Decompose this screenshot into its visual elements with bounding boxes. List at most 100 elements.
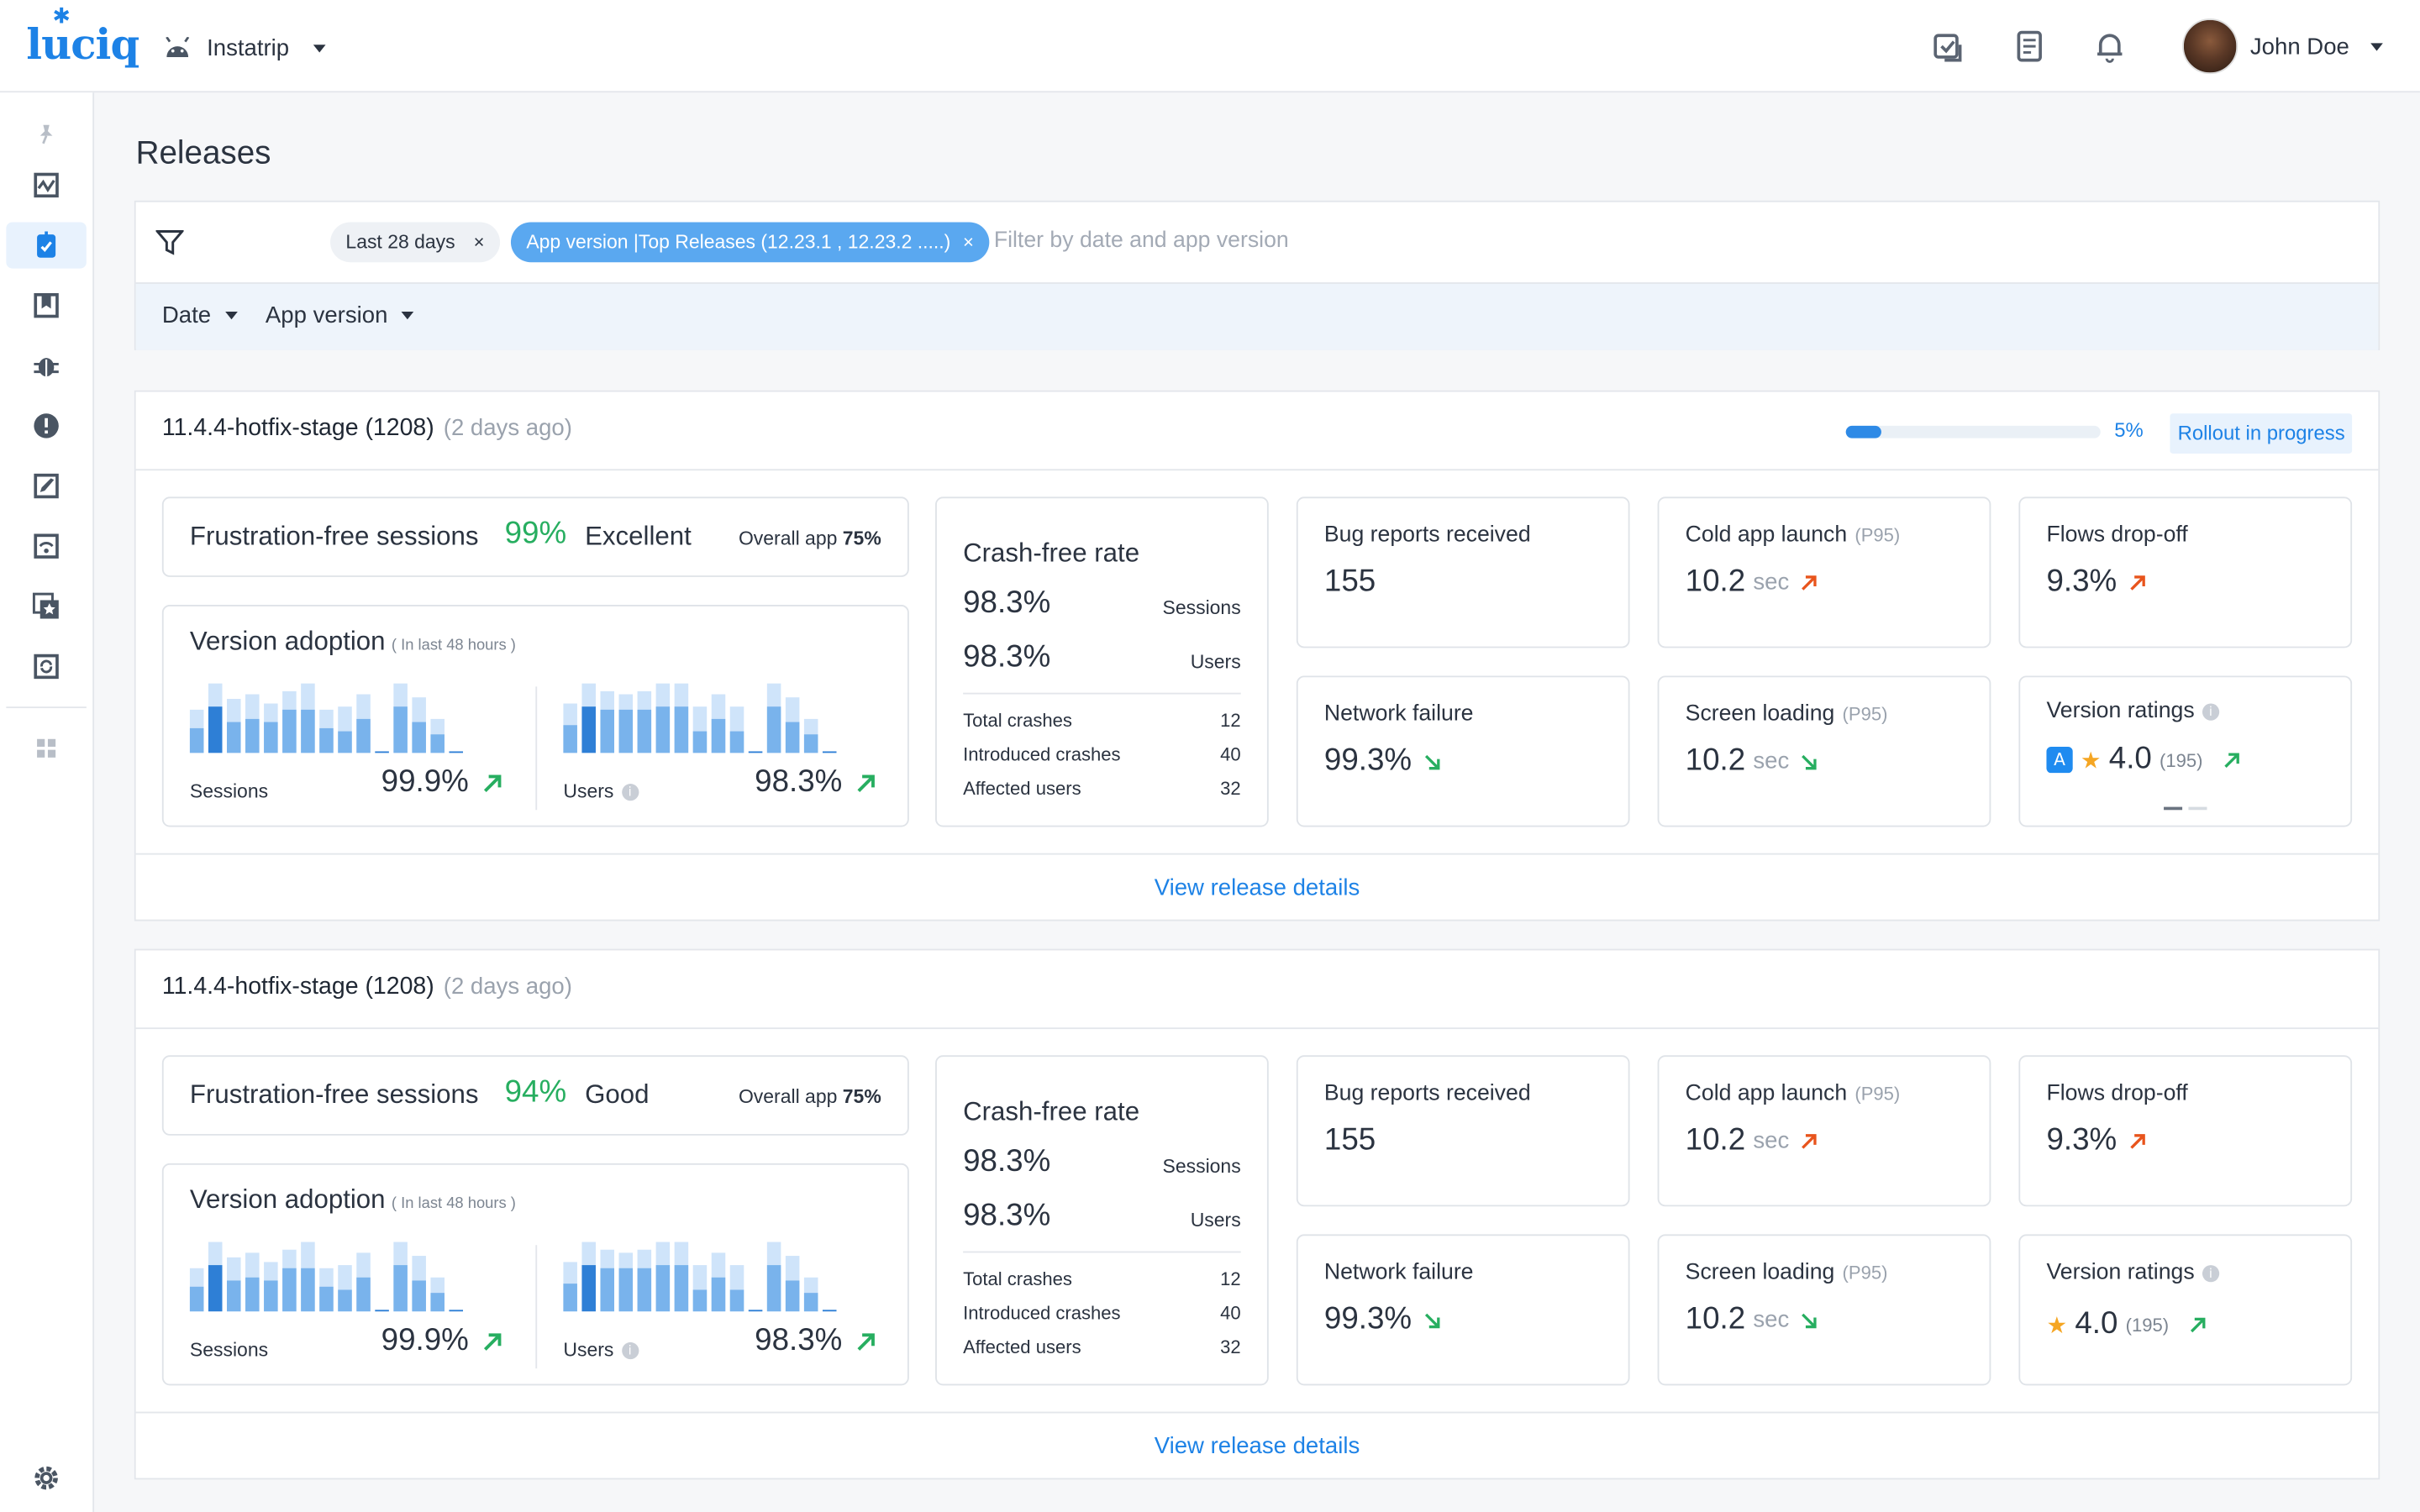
document-icon[interactable]: [2012, 29, 2046, 63]
frustration-free-card[interactable]: Frustration-free sessions 94% Good Overa…: [161, 1055, 909, 1136]
adoption-bar: [430, 718, 445, 753]
settings-icon[interactable]: [6, 1455, 87, 1501]
filter-input[interactable]: [993, 228, 1920, 254]
stars-icon[interactable]: [6, 583, 87, 629]
filter-row: Last 28 days × App version | Top Release…: [135, 202, 2379, 284]
cold-launch-card[interactable]: Cold app launch (P95) 10.2 sec: [1657, 1055, 1991, 1207]
user-menu[interactable]: John Doe: [2182, 18, 2384, 75]
release-name: 11.4.4-hotfix-stage (1208): [161, 415, 434, 442]
rocket-icon[interactable]: [6, 463, 87, 509]
adoption-bar: [655, 1242, 671, 1312]
adoption-bar: [338, 706, 352, 753]
rollout-status-badge[interactable]: Rollout in progress: [2170, 413, 2353, 454]
bug-reports-card[interactable]: Bug reports received 155: [1296, 1055, 1630, 1207]
screen-loading-card[interactable]: Screen loading (P95) 10.2 sec: [1657, 1234, 1991, 1386]
adoption-bar: [618, 1252, 634, 1312]
flows-dropoff-card[interactable]: Flows drop-off 9.3%: [2018, 496, 2353, 648]
dropdown-row: Date App version: [135, 283, 2379, 350]
overall-value: 75%: [842, 1086, 881, 1108]
chip-value: Top Releases (12.23.1 , 12.23.2 .....): [638, 231, 951, 254]
release-age: (2 days ago): [443, 415, 572, 442]
date-dropdown[interactable]: Date: [162, 302, 238, 328]
cold-launch-value-text: 10.2: [1685, 564, 1746, 599]
adoption-bar: [729, 706, 744, 753]
bug-reports-card[interactable]: Bug reports received 155: [1296, 496, 1630, 648]
crash-free-card[interactable]: Crash-free rate 98.3% Sessions 98.3% Use…: [935, 1055, 1269, 1386]
cold-launch-card[interactable]: Cold app launch (P95) 10.2 sec: [1657, 496, 1991, 648]
releases-icon[interactable]: [6, 222, 87, 269]
crash-free-users-label: Users: [1190, 651, 1241, 673]
adoption-bar: [282, 1249, 297, 1312]
avatar: [2182, 18, 2238, 75]
logo-star-icon: ✱: [52, 3, 71, 29]
network-value: 99.3%: [1324, 1302, 1441, 1337]
frustration-free-card[interactable]: Frustration-free sessions 99% Excellent …: [161, 496, 909, 577]
filter-icon[interactable]: [155, 228, 184, 256]
pin-icon[interactable]: [6, 111, 87, 157]
crash-stat-value: 12: [1220, 1268, 1241, 1290]
crash-stat-value: 32: [1220, 777, 1241, 800]
sessions-label-text: Sessions: [189, 1339, 269, 1361]
checklist-icon[interactable]: [1931, 29, 1965, 63]
crash-free-card[interactable]: Crash-free rate 98.3% Sessions 98.3% Use…: [935, 496, 1269, 827]
crash-free-sessions-value: 98.3%: [963, 585, 1051, 621]
apps-icon[interactable]: [6, 725, 87, 771]
adoption-bars: [563, 683, 841, 753]
carousel-dot[interactable]: [2188, 806, 2207, 811]
view-release-details-link[interactable]: View release details: [135, 1411, 2379, 1478]
screen-loading-card[interactable]: Screen loading (P95) 10.2 sec: [1657, 675, 1991, 827]
release-title[interactable]: 11.4.4-hotfix-stage (1208) (2 days ago): [162, 415, 572, 443]
p95-tag: (P95): [1842, 703, 1888, 726]
info-icon[interactable]: i: [621, 783, 639, 801]
adoption-bar: [655, 683, 671, 753]
chip-label: Last 28 days: [345, 231, 455, 254]
sync-icon[interactable]: [6, 643, 87, 690]
crash-free-sessions-value: 98.3%: [963, 1144, 1051, 1179]
app-selector[interactable]: Instatrip: [164, 31, 327, 65]
frustration-label: Frustration-free sessions: [189, 521, 479, 551]
version-filter-chip[interactable]: App version | Top Releases (12.23.1 , 12…: [510, 222, 990, 263]
carousel-dots[interactable]: [2164, 806, 2207, 811]
date-filter-chip[interactable]: Last 28 days ×: [330, 222, 500, 263]
crash-stat-row: Total crashes 12: [963, 1268, 1241, 1290]
luciq-logo[interactable]: luciq: [26, 22, 139, 70]
network-value-text: 99.3%: [1323, 1302, 1413, 1336]
users-adoption-value: 98.3%: [755, 1323, 843, 1358]
alert-icon[interactable]: [6, 402, 87, 449]
crash-stat-label: Introduced crashes: [963, 743, 1121, 766]
trend-up-icon: [483, 1332, 501, 1350]
crash-free-title: Crash-free rate: [963, 538, 1140, 568]
close-icon[interactable]: ×: [474, 232, 485, 254]
close-icon[interactable]: ×: [963, 232, 974, 254]
trend-up-icon: [856, 1332, 875, 1350]
bug-icon[interactable]: [6, 343, 87, 389]
info-icon[interactable]: i: [621, 1341, 639, 1359]
info-icon[interactable]: i: [2202, 1264, 2220, 1282]
sidebar: [0, 92, 95, 1512]
carousel-dot-active[interactable]: [2164, 806, 2183, 811]
flows-dropoff-card[interactable]: Flows drop-off 9.3%: [2018, 1055, 2353, 1207]
flows-value-text: 9.3%: [2046, 564, 2118, 599]
dashboard-icon[interactable]: [6, 162, 87, 208]
view-release-details-link[interactable]: View release details: [135, 853, 2379, 920]
version-ratings-card[interactable]: Version ratings i ★ 4.0 (195): [2018, 1234, 2353, 1386]
bell-icon[interactable]: [2093, 29, 2127, 63]
sessions-adoption-value: 99.9%: [381, 765, 469, 800]
flows-value: 9.3%: [2046, 564, 2146, 600]
network-failure-card[interactable]: Network failure 99.3%: [1296, 675, 1630, 827]
app-version-dropdown[interactable]: App version: [266, 302, 414, 328]
adoption-bar: [563, 1262, 577, 1312]
adoption-bar: [264, 1262, 278, 1312]
version-ratings-card[interactable]: Version ratings i A ★ 4.0 (195): [2018, 675, 2353, 827]
network-failure-card[interactable]: Network failure 99.3%: [1296, 1234, 1630, 1386]
chevron-down-icon: [2370, 42, 2384, 50]
network-icon[interactable]: [6, 523, 87, 570]
adoption-bar: [711, 694, 726, 753]
release-title[interactable]: 11.4.4-hotfix-stage (1208) (2 days ago): [162, 974, 572, 1001]
frustration-rating: Good: [585, 1079, 650, 1110]
adoption-bar: [356, 1252, 371, 1312]
info-icon[interactable]: i: [2202, 702, 2220, 720]
users-adoption: 98.3%: [755, 765, 876, 801]
reports-icon[interactable]: [6, 282, 87, 328]
adoption-bar: [189, 1268, 204, 1312]
